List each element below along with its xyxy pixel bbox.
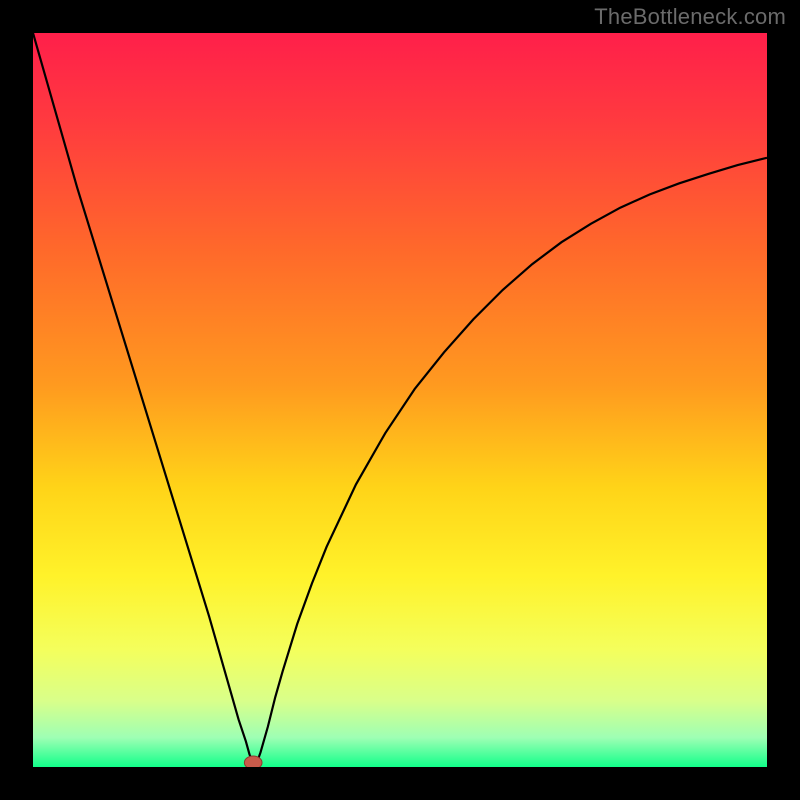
optimum-marker (244, 756, 262, 767)
bottleneck-chart (33, 33, 767, 767)
attribution-label: TheBottleneck.com (594, 4, 786, 30)
plot-area (33, 33, 767, 767)
outer-frame: TheBottleneck.com (0, 0, 800, 800)
